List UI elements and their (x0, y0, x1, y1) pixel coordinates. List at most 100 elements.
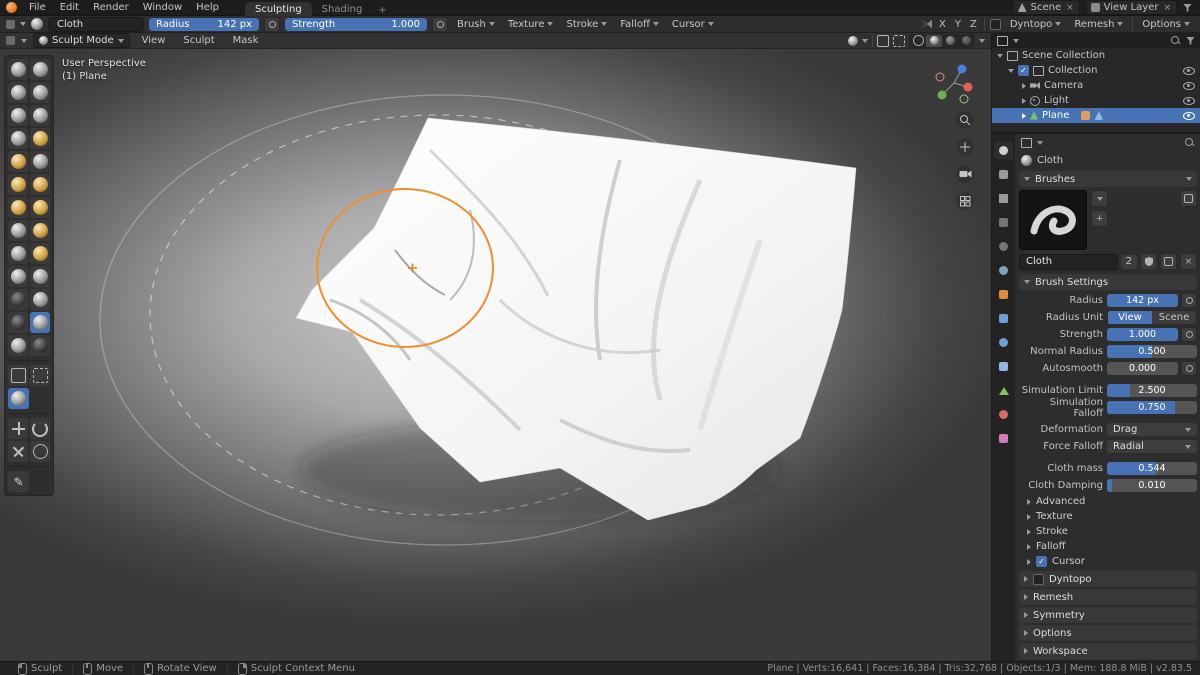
strength-slider[interactable]: Strength 1.000 (285, 17, 427, 31)
symmetry-x-toggle[interactable]: X (937, 19, 948, 30)
fake-user-shield-icon[interactable] (1140, 253, 1157, 270)
dyntopo-checkbox[interactable] (989, 18, 1001, 30)
tool-mesh-filter[interactable] (8, 388, 29, 409)
brush-layer[interactable] (30, 105, 50, 126)
brush-clay[interactable] (8, 82, 28, 103)
section-stroke[interactable]: Stroke (1019, 524, 1197, 539)
view-layer-selector[interactable]: View Layer × (1085, 0, 1177, 15)
users-count[interactable]: 2 (1120, 254, 1137, 269)
outliner-row-camera[interactable]: Camera (992, 78, 1200, 93)
autosmooth-slider[interactable]: 0.000 (1107, 362, 1178, 375)
tool-rotate[interactable] (30, 418, 50, 439)
cloth-mass-slider[interactable]: 0.544 (1107, 462, 1197, 475)
strength-pressure-icon[interactable] (1181, 327, 1197, 342)
menu-file[interactable]: File (23, 0, 52, 16)
radius-slider[interactable]: Radius 142 px (149, 17, 259, 31)
shading-wireframe-icon[interactable] (910, 35, 926, 47)
brush-pinch[interactable] (8, 220, 28, 241)
outliner-row-collection[interactable]: ✓ Collection (992, 63, 1200, 78)
normal-radius-slider[interactable]: 0.500 (1107, 345, 1197, 358)
brush-simplify[interactable] (8, 335, 28, 356)
expand-icon[interactable] (997, 53, 1003, 58)
radius-pressure-icon[interactable] (264, 16, 280, 32)
brush-nudge[interactable] (8, 289, 28, 310)
tab-tool[interactable] (994, 142, 1013, 159)
pan-icon[interactable] (956, 138, 974, 156)
tab-physics[interactable] (994, 334, 1013, 351)
navigation-gizmo[interactable] (931, 59, 977, 105)
tool-annotate[interactable]: ✎ (8, 471, 29, 492)
cloth-damping-slider[interactable]: 0.010 (1107, 479, 1197, 492)
autosmooth-pressure-icon[interactable] (1181, 361, 1197, 376)
symmetry-y-toggle[interactable]: Y (953, 19, 963, 30)
menu-sculpt[interactable]: Sculpt (177, 33, 220, 49)
properties-editor-icon[interactable] (1021, 137, 1032, 148)
menu-view[interactable]: View (136, 33, 172, 49)
brush-mask[interactable] (30, 335, 50, 356)
brush-grab[interactable] (30, 220, 50, 241)
unlink-icon[interactable]: × (1180, 253, 1197, 270)
viewport-canvas[interactable]: User Perspective (1) Plane ✎ (0, 49, 991, 661)
brush-draw[interactable] (8, 59, 28, 80)
section-texture[interactable]: Texture (1019, 509, 1197, 524)
panel-options[interactable]: Options (1019, 625, 1197, 641)
radius-slider[interactable]: 142 px (1107, 294, 1178, 307)
search-icon[interactable] (1185, 137, 1195, 148)
active-brush-icon[interactable] (31, 18, 43, 30)
radius-pressure-icon[interactable] (1181, 293, 1197, 308)
xray-toggle-icon[interactable] (893, 34, 905, 47)
brush-thumb[interactable] (8, 266, 28, 287)
brush-crease[interactable] (8, 151, 28, 172)
tool-transform[interactable] (8, 441, 28, 462)
panel-symmetry[interactable]: Symmetry (1019, 607, 1197, 623)
brush-slide-relax[interactable] (8, 312, 28, 333)
panel-workspace[interactable]: Workspace (1019, 643, 1197, 659)
tab-world[interactable] (994, 262, 1013, 279)
panel-options-icon[interactable] (1180, 190, 1197, 207)
filter-icon[interactable] (1186, 36, 1195, 45)
menu-render[interactable]: Render (87, 0, 135, 16)
shading-material-icon[interactable] (942, 35, 958, 47)
viewport-editor-icon[interactable] (6, 36, 15, 45)
radius-unit-scene[interactable]: Scene (1152, 311, 1196, 324)
brush-multiplane-scrape[interactable] (30, 197, 50, 218)
brush-fill[interactable] (30, 174, 50, 195)
brush-blob[interactable] (30, 128, 50, 149)
tab-output[interactable] (994, 190, 1013, 207)
shading-rendered-icon[interactable] (958, 35, 974, 47)
outliner-editor-icon[interactable] (997, 35, 1008, 46)
panel-remesh[interactable]: Remesh (1019, 589, 1197, 605)
tool-box-hide[interactable] (30, 365, 50, 386)
stroke-menu[interactable]: Stroke (562, 19, 611, 30)
brush-scrape[interactable] (8, 197, 28, 218)
brush-cloth[interactable] (30, 312, 50, 333)
tab-texture[interactable] (994, 430, 1013, 447)
filter-icon[interactable] (1183, 3, 1192, 12)
section-advanced[interactable]: Advanced (1019, 494, 1197, 509)
brush-clay-thumb[interactable] (8, 105, 28, 126)
radius-unit-view[interactable]: View (1108, 311, 1152, 324)
overlays-toggle-icon[interactable] (877, 34, 889, 47)
strength-slider[interactable]: 1.000 (1107, 328, 1178, 341)
cursor-menu[interactable]: Cursor (668, 19, 718, 30)
brush-flatten[interactable] (8, 174, 28, 195)
texture-menu[interactable]: Texture (504, 19, 558, 30)
mode-dropdown[interactable]: Sculpt Mode (33, 33, 130, 48)
gizmos-dropdown-icon[interactable] (848, 35, 858, 46)
brush-datablock-name[interactable]: Cloth (1019, 253, 1118, 270)
expand-icon[interactable] (1008, 68, 1014, 73)
tool-move[interactable] (8, 418, 28, 439)
section-falloff[interactable]: Falloff (1019, 539, 1197, 554)
add-workspace-button[interactable]: + (372, 5, 392, 16)
expand-icon[interactable] (1022, 82, 1026, 89)
tab-scene[interactable] (994, 238, 1013, 255)
visibility-eye-icon[interactable] (1183, 66, 1195, 75)
menu-edit[interactable]: Edit (54, 0, 85, 16)
brush-pose[interactable] (30, 266, 50, 287)
shading-solid-icon[interactable] (926, 34, 942, 47)
brush-smooth[interactable] (30, 151, 50, 172)
brush-settings-header[interactable]: Brush Settings (1019, 274, 1197, 290)
tab-modifiers[interactable] (994, 310, 1013, 327)
tab-object-data[interactable] (994, 382, 1013, 399)
brush-name-field[interactable]: Cloth (48, 16, 144, 32)
